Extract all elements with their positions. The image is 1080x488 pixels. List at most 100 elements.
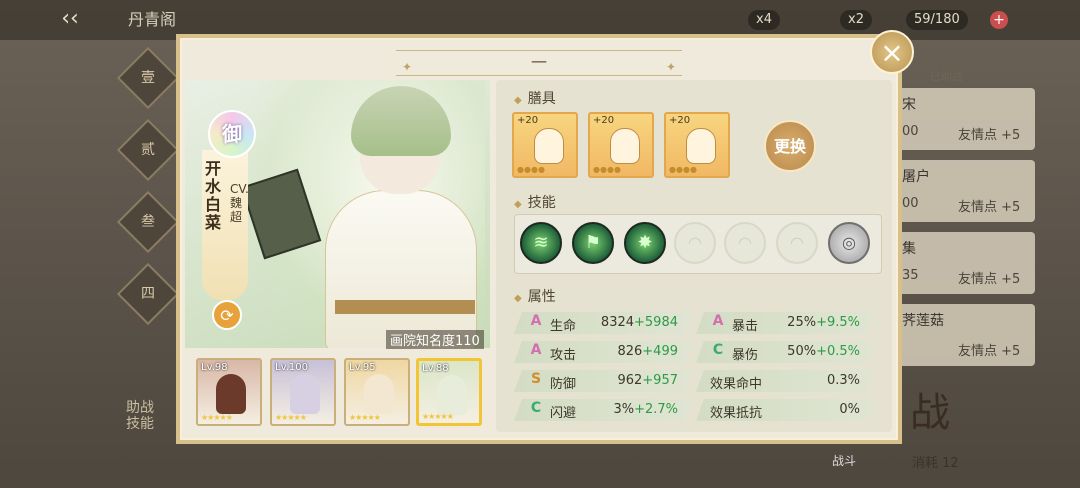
fan-lock-icon[interactable]: ◠ — [674, 222, 716, 264]
attribute-grade: A — [712, 313, 724, 329]
attribute-base-value: 826 — [617, 344, 643, 359]
bowl-chef-icon — [686, 128, 716, 164]
fame-label: 画院知名度 — [390, 334, 456, 349]
attribute-value: 962+957 — [617, 373, 678, 388]
attribute-bonus-value: +957 — [642, 373, 678, 388]
attribute-row: A 生命 8324+5984 A 暴击 25%+9.5% — [514, 312, 874, 334]
skill-burst-icon[interactable]: ✸ — [624, 222, 666, 264]
attribute-grade: S — [530, 371, 542, 387]
attribute-cell: A 暴击 25%+9.5% — [696, 312, 874, 334]
character-avatar — [290, 374, 320, 414]
attribute-bonus-value: +5984 — [634, 315, 678, 330]
skills-section-title: ◆ 技能 — [514, 195, 556, 211]
attribute-cell: C 闪避 3%+2.7% — [514, 399, 692, 421]
star-rating: ●●●● — [593, 165, 621, 174]
team-card-2[interactable]: Lv.100 ★★★★★ — [270, 358, 336, 426]
fame-display: 画院知名度110 — [386, 330, 484, 349]
refresh-icon: ⟳ — [220, 306, 234, 325]
attribute-bonus-value: +9.5% — [816, 315, 860, 330]
attribute-label: 防御 — [550, 377, 577, 392]
add-stamina-button[interactable]: + — [990, 11, 1008, 29]
battle-label: 战斗 — [832, 454, 857, 468]
attribute-cell: 效果命中 0.3% — [696, 370, 874, 392]
diamond-bullet-icon: ◆ — [514, 199, 522, 210]
change-dish-button[interactable]: 更换 — [764, 120, 816, 172]
diamond-bullet-icon: ◆ — [514, 293, 522, 304]
skill-slash-icon[interactable]: ≋ — [520, 222, 562, 264]
attribute-cell: A 攻击 826+499 — [514, 341, 692, 363]
attribute-cell: S 防御 962+957 — [514, 370, 692, 392]
attribute-grade: A — [530, 342, 542, 358]
battle-cost: 消耗 12 — [912, 456, 959, 471]
star-rating: ★★★★★ — [201, 413, 233, 422]
list-item[interactable]: 集 35 友情点 +5 — [880, 232, 1035, 294]
attribute-base-value: 50% — [787, 344, 817, 359]
close-button[interactable]: × — [870, 30, 914, 74]
fan-lock-icon[interactable]: ◠ — [776, 222, 818, 264]
assist-skill-label: 助战 技能 — [126, 400, 154, 432]
panel-tab-label: 一 — [530, 53, 547, 72]
page-title: 丹青阁 — [128, 10, 177, 29]
list-item[interactable]: 屠户 00 友情点 +5 — [880, 160, 1035, 222]
attribute-value: 25%+9.5% — [787, 315, 860, 330]
list-item[interactable]: 宋 00 友情点 +5 — [880, 88, 1035, 150]
assist-list-header: 已助战 — [930, 70, 963, 83]
back-button[interactable]: ‹‹ — [40, 4, 100, 34]
attribute-base-value: 0.3% — [826, 373, 860, 388]
panel-tab: ✦ 一 ✦ — [396, 50, 682, 76]
attribute-row: C 闪避 3%+2.7% 效果抵抗 0% — [514, 399, 874, 421]
character-name: 开水白菜 — [205, 159, 222, 232]
role-badge-icon: 御 — [208, 110, 256, 158]
team-card-3[interactable]: Lv.95 ★★★★★ — [344, 358, 410, 426]
spiral-skill-icon[interactable]: ◎ — [828, 222, 870, 264]
skill-flag-icon[interactable]: ⚑ — [572, 222, 614, 264]
attribute-value: 0% — [839, 402, 860, 417]
star-rating: ●●●● — [517, 165, 545, 174]
character-avatar — [216, 374, 246, 414]
dish-slot-1[interactable]: +20 ●●●● — [512, 112, 578, 178]
fan-lock-icon[interactable]: ◠ — [724, 222, 766, 264]
attribute-value: 0.3% — [827, 373, 860, 388]
attribute-value: 826+499 — [617, 344, 678, 359]
attribute-base-value: 962 — [617, 373, 643, 388]
battle-glyph: 战 — [910, 390, 950, 436]
attribute-bonus-value: +0.5% — [816, 344, 860, 359]
attribute-label: 暴击 — [732, 319, 759, 334]
attribute-label: 攻击 — [550, 348, 577, 363]
attribute-label: 效果抵抗 — [710, 406, 763, 421]
attribute-grade: C — [530, 400, 542, 416]
character-belt — [335, 300, 475, 314]
resource-ticket-b: x2 — [840, 10, 872, 30]
attribute-value: 3%+2.7% — [613, 402, 678, 417]
attribute-value: 50%+0.5% — [787, 344, 860, 359]
back-arrow-icon: ‹‹ — [61, 6, 79, 31]
star-rating: ★★★★★ — [275, 413, 307, 422]
swap-character-button[interactable]: ⟳ — [212, 300, 242, 330]
sparkle-icon: ✦ — [402, 60, 413, 74]
attribute-base-value: 3% — [613, 402, 635, 417]
attribute-label: 暴伤 — [732, 348, 759, 363]
lantern-chef-icon — [610, 128, 640, 164]
dish-slot-3[interactable]: +20 ●●●● — [664, 112, 730, 178]
team-card-4[interactable]: Lv.88 ★★★★★ — [416, 358, 482, 426]
attribute-grade: C — [712, 342, 724, 358]
stamina-counter: 59/180 — [906, 10, 968, 30]
attribute-base-value: 25% — [787, 315, 817, 330]
star-rating: ★★★★★ — [349, 413, 381, 422]
attribute-row: S 防御 962+957 效果命中 0.3% — [514, 370, 874, 392]
attribute-cell: A 生命 8324+5984 — [514, 312, 692, 334]
resource-ticket-a: x4 — [748, 10, 780, 30]
ladle-chef-icon — [534, 128, 564, 164]
character-avatar — [364, 374, 394, 414]
list-item[interactable]: 荠莲菇 友情点 +5 — [880, 304, 1035, 366]
attribute-label: 效果命中 — [710, 377, 763, 392]
attribute-label: 闪避 — [550, 406, 577, 421]
star-rating: ●●●● — [669, 165, 697, 174]
attribute-cell: C 暴伤 50%+0.5% — [696, 341, 874, 363]
dish-slot-2[interactable]: +20 ●●●● — [588, 112, 654, 178]
character-cv: CV.魏超 — [230, 182, 249, 224]
attribute-bonus-value: +499 — [642, 344, 678, 359]
sparkle-icon: ✦ — [665, 60, 676, 74]
team-card-1[interactable]: Lv.98 ★★★★★ — [196, 358, 262, 426]
attribute-grade: A — [530, 313, 542, 329]
